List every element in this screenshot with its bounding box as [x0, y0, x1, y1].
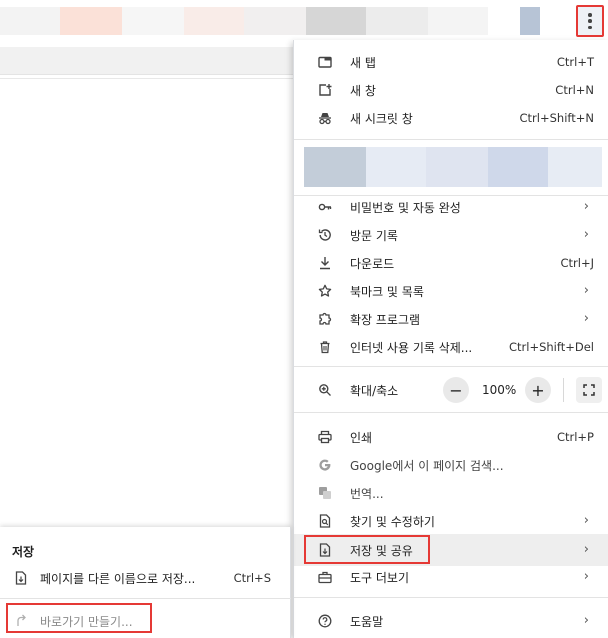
shortcut-text: Ctrl+Shift+Del — [509, 340, 594, 354]
blurred-page-bar — [0, 47, 300, 75]
menu-label: 새 시크릿 창 — [350, 112, 413, 126]
divider — [294, 597, 608, 598]
shortcut-text: Ctrl+T — [556, 55, 594, 69]
fullscreen-button[interactable] — [576, 377, 602, 403]
menu-label: 새 창 — [350, 84, 376, 98]
help-icon — [318, 614, 332, 628]
highlight-box — [6, 603, 152, 633]
menu-label: 찾기 및 수정하기 — [350, 515, 435, 529]
star-icon — [318, 284, 332, 298]
more-vert-icon — [588, 13, 592, 29]
menu-item-translate[interactable]: 번역... — [294, 479, 608, 507]
shortcut-text: Ctrl+P — [556, 430, 594, 444]
menu-item-more-tools[interactable]: 도구 더보기 › — [294, 563, 608, 591]
toolbox-icon — [318, 570, 332, 584]
menu-item-clear-data[interactable]: 인터넷 사용 기록 삭제... Ctrl+Shift+Del — [294, 333, 608, 361]
new-tab-icon — [318, 55, 332, 69]
zoom-in-button[interactable]: + — [525, 377, 551, 403]
submenu-title: 저장 — [12, 545, 35, 559]
menu-label: Google에서 이 페이지 검색... — [350, 459, 504, 473]
menu-item-incognito[interactable]: 새 시크릿 창 Ctrl+Shift+N — [294, 104, 608, 132]
menu-label: 도구 더보기 — [350, 571, 410, 585]
chrome-menu-button[interactable] — [576, 5, 604, 37]
divider — [294, 412, 608, 413]
blurred-tab-strip — [0, 7, 570, 35]
trash-icon — [318, 340, 332, 354]
menu-item-help[interactable]: 도움말 › — [294, 607, 608, 635]
menu-label: 도움말 — [350, 615, 384, 629]
new-window-icon — [318, 83, 332, 97]
chevron-right-icon: › — [583, 199, 589, 214]
menu-item-print[interactable]: 인쇄 Ctrl+P — [294, 423, 608, 451]
menu-item-extensions[interactable]: 확장 프로그램 › — [294, 305, 608, 333]
chevron-right-icon: › — [583, 542, 589, 557]
menu-label: 북마크 및 목록 — [350, 285, 424, 299]
menu-item-find-edit[interactable]: 찾기 및 수정하기 › — [294, 507, 608, 535]
menu-item-new-window[interactable]: 새 창 Ctrl+N — [294, 76, 608, 104]
menu-item-bookmarks[interactable]: 북마크 및 목록 › — [294, 277, 608, 305]
menu-item-google-search[interactable]: Google에서 이 페이지 검색... — [294, 451, 608, 479]
menu-label: 확대/축소 — [350, 384, 399, 398]
menu-label: 인쇄 — [350, 431, 373, 445]
menu-label: 확장 프로그램 — [350, 313, 421, 327]
download-icon — [318, 256, 332, 270]
shortcut-text: Ctrl+J — [560, 256, 595, 270]
find-icon — [318, 514, 332, 528]
plus-icon: + — [531, 380, 545, 400]
chevron-right-icon: › — [583, 311, 589, 326]
divider — [294, 139, 608, 140]
zoom-level: 100% — [482, 383, 517, 397]
menu-label: 저장 및 공유 — [350, 544, 413, 558]
print-icon — [318, 430, 332, 444]
divider — [563, 378, 564, 402]
chevron-right-icon: › — [583, 283, 589, 298]
menu-label: 인터넷 사용 기록 삭제... — [350, 341, 473, 355]
chrome-menu: 새 탭 Ctrl+T 새 창 Ctrl+N 새 시크릿 창 Ctrl+Shift… — [293, 40, 608, 638]
google-icon — [318, 458, 332, 472]
menu-item-save-page-as[interactable]: 페이지를 다른 이름으로 저장... Ctrl+S — [0, 564, 291, 592]
menu-item-save-share[interactable]: 저장 및 공유 › — [294, 534, 608, 566]
blurred-profile-row[interactable] — [304, 147, 602, 187]
chevron-right-icon: › — [583, 227, 589, 242]
translate-icon — [318, 486, 332, 500]
menu-item-history[interactable]: 방문 기록 › — [294, 221, 608, 249]
menu-label: 방문 기록 — [350, 229, 398, 243]
history-icon — [318, 228, 332, 242]
save-share-submenu: 저장 페이지를 다른 이름으로 저장... Ctrl+S 바로가기 만들기... — [0, 527, 291, 638]
menu-item-passwords[interactable]: 비밀번호 및 자동 완성 › — [294, 193, 608, 221]
chevron-right-icon: › — [583, 513, 589, 528]
shortcut-text: Ctrl+S — [233, 571, 271, 585]
menu-label: 비밀번호 및 자동 완성 — [350, 201, 461, 215]
save-page-icon — [14, 571, 28, 585]
save-share-icon — [318, 543, 332, 557]
minus-icon: − — [449, 380, 463, 400]
menu-label: 페이지를 다른 이름으로 저장... — [40, 572, 196, 586]
key-icon — [318, 200, 332, 214]
chevron-right-icon: › — [583, 569, 589, 584]
menu-item-new-tab[interactable]: 새 탭 Ctrl+T — [294, 48, 608, 76]
menu-label: 번역... — [350, 487, 384, 501]
shortcut-text: Ctrl+N — [555, 83, 594, 97]
menu-item-downloads[interactable]: 다운로드 Ctrl+J — [294, 249, 608, 277]
divider — [0, 598, 291, 599]
chevron-right-icon: › — [583, 613, 589, 628]
fullscreen-icon — [583, 384, 595, 396]
zoom-out-button[interactable]: − — [443, 377, 469, 403]
shortcut-text: Ctrl+Shift+N — [519, 111, 594, 125]
zoom-icon — [318, 383, 332, 397]
browser-toolbar — [0, 0, 608, 40]
divider — [294, 366, 608, 367]
menu-label: 다운로드 — [350, 257, 395, 271]
menu-label: 새 탭 — [350, 56, 376, 70]
puzzle-icon — [318, 312, 332, 326]
divider — [0, 78, 300, 79]
incognito-icon — [318, 111, 332, 125]
